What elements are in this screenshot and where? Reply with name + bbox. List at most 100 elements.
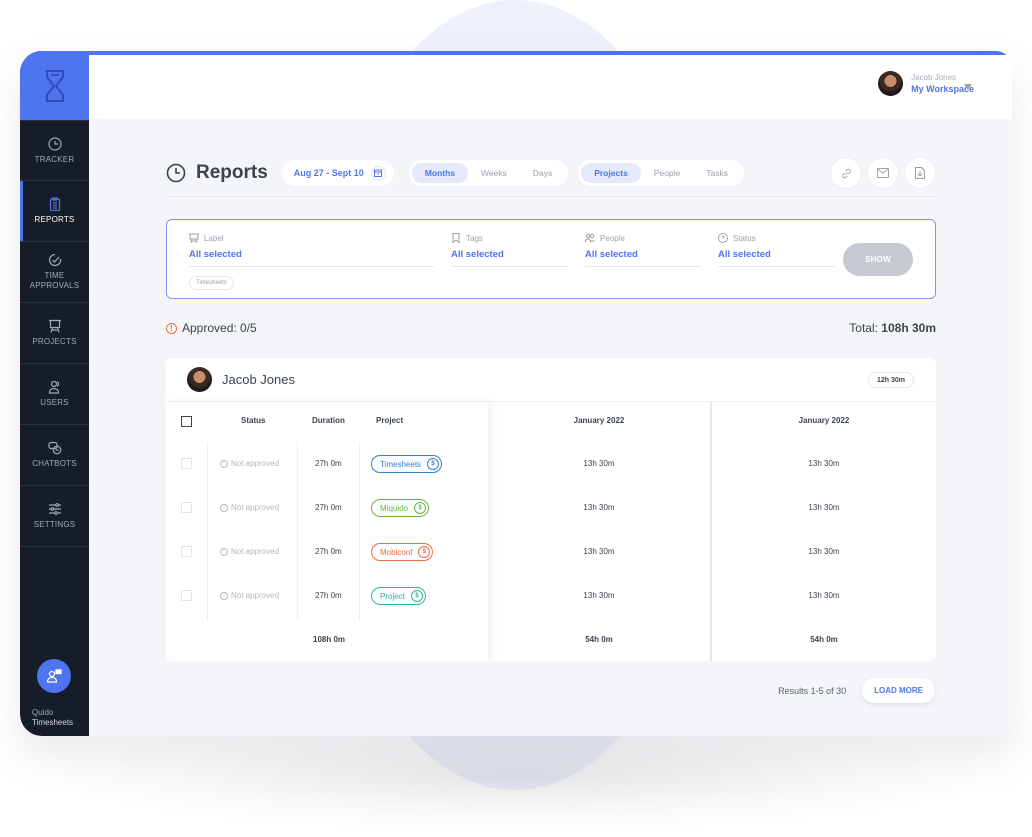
calendar-icon: [370, 165, 386, 181]
hours-badge: 12h 30m: [867, 372, 914, 388]
download-icon: [915, 167, 925, 179]
month-column: January 2022 54h 0m 13h 30m 13h 30m 13h 30…: [710, 402, 936, 661]
sidebar-item-time-approvals[interactable]: TIME APPROVALS: [20, 242, 89, 303]
month-column: January 2022 54h 0m 13h 30m 13h 30m 13h 30…: [488, 402, 710, 661]
filters-panel: Label All selected Tags All selected Peo…: [166, 219, 936, 299]
project-name: Timesheets: [380, 459, 422, 469]
summary-row: ! Approved: 0/5 Total: 108h 30m: [166, 321, 936, 335]
report-actions: [830, 157, 936, 189]
user-flag-icon: [46, 669, 62, 683]
show-button[interactable]: SHOW: [843, 243, 913, 276]
label-filter-name: Label: [204, 233, 224, 243]
sidebar-item-label: TRACKER: [34, 154, 75, 164]
row-checkbox[interactable]: [181, 590, 192, 601]
user-avatar: [187, 367, 212, 392]
column-divider: [359, 442, 360, 620]
duration-total: 108h 0m: [313, 635, 346, 644]
column-header-project: Project: [376, 416, 404, 425]
tab-people[interactable]: People: [641, 163, 693, 183]
sidebar-item-settings[interactable]: SETTINGS: [20, 486, 89, 547]
user-menu[interactable]: Jacob Jones My Workspace: [878, 71, 974, 96]
hourglass-logo-icon[interactable]: [20, 51, 89, 120]
check-circle-icon: [48, 253, 62, 271]
month-header: January 2022: [573, 416, 625, 425]
tags-filter-value[interactable]: All selected: [451, 249, 568, 267]
group-tabs: Projects People Tasks: [578, 160, 744, 186]
sidebar-item-users[interactable]: USERS: [20, 364, 89, 425]
sliders-icon: [48, 502, 62, 520]
support-button[interactable]: [37, 659, 71, 693]
tags-filter[interactable]: Tags All selected: [451, 233, 568, 267]
period-tabs: Months Weeks Days: [408, 160, 569, 186]
sidebar: TRACKER REPORTS TIME APPROVALS PROJECTS USER…: [20, 51, 89, 736]
background-shadow: [60, 720, 980, 830]
select-all-checkbox[interactable]: [181, 416, 192, 427]
billable-dollar-icon: $: [414, 502, 427, 514]
load-more-button[interactable]: LOAD MORE: [862, 678, 935, 703]
page-title: Reports: [196, 162, 268, 183]
column-divider: [297, 442, 298, 620]
project-tag[interactable]: Project $: [371, 587, 426, 605]
people-icon: [585, 233, 595, 243]
label-filter-value[interactable]: All selected: [189, 249, 434, 267]
sidebar-item-projects[interactable]: PROJECTS: [20, 303, 89, 364]
status-filter[interactable]: Status All selected: [718, 233, 835, 267]
project-tag[interactable]: Mobiconf $: [371, 543, 434, 561]
reports-toolbar: Reports Aug 27 - Sept 10 Months Weeks Days…: [166, 157, 936, 197]
sidebar-item-label: REPORTS: [34, 215, 75, 224]
tab-projects[interactable]: Projects: [581, 163, 641, 183]
month-header: January 2022: [798, 416, 850, 425]
row-duration: 27h 0m: [315, 459, 342, 468]
month-total: 54h 0m: [810, 635, 838, 644]
sidebar-item-reports[interactable]: REPORTS: [20, 181, 89, 242]
tab-weeks[interactable]: Weeks: [468, 163, 520, 183]
people-filter[interactable]: People All selected: [585, 233, 702, 267]
month-cell: 13h 30m: [808, 459, 840, 468]
row-checkbox[interactable]: [181, 502, 192, 513]
status-text: Not approved: [231, 547, 280, 556]
sidebar-item-tracker[interactable]: TRACKER: [20, 120, 89, 181]
brand-line-2: Timesheets: [32, 718, 74, 727]
main-content: Reports Aug 27 - Sept 10 Months Weeks Days…: [89, 119, 1012, 736]
month-total: 54h 0m: [585, 635, 613, 644]
month-cell: 13h 30m: [583, 591, 615, 600]
tags-filter-name: Tags: [466, 233, 483, 243]
sidebar-item-label: PROJECTS: [32, 337, 77, 346]
email-report-button[interactable]: [867, 157, 899, 189]
download-report-button[interactable]: [904, 157, 936, 189]
date-range-picker[interactable]: Aug 27 - Sept 10: [281, 160, 394, 186]
question-circle-icon: [718, 233, 728, 243]
month-cell: 13h 30m: [808, 547, 840, 556]
date-range-text: Aug 27 - Sept 10: [293, 168, 364, 178]
row-checkbox[interactable]: [181, 458, 192, 469]
tab-tasks[interactable]: Tasks: [693, 163, 741, 183]
clipboard-icon: [48, 197, 62, 215]
results-count: Results 1-5 of 30: [778, 685, 847, 696]
mail-icon: [877, 168, 889, 178]
status-filter-value[interactable]: All selected: [718, 249, 835, 267]
row-checkbox[interactable]: [181, 546, 192, 557]
sidebar-item-label: TIME APPROVALS: [29, 271, 80, 290]
status-filter-name: Status: [733, 233, 756, 243]
sidebar-item-chatbots[interactable]: CHATBOTS: [20, 425, 89, 486]
people-filter-value[interactable]: All selected: [585, 249, 702, 267]
link-icon: [841, 168, 851, 178]
easel-icon: [189, 233, 199, 243]
info-circle-icon: !: [220, 591, 228, 600]
project-name: Project: [380, 591, 405, 601]
label-filter[interactable]: Label All selected: [189, 233, 434, 267]
copy-link-button[interactable]: [830, 157, 862, 189]
month-cell: 13h 30m: [583, 503, 615, 512]
tab-days[interactable]: Days: [520, 163, 565, 183]
project-tag[interactable]: Timesheets $: [371, 455, 443, 473]
project-tag[interactable]: Miquido $: [371, 499, 430, 517]
info-circle-icon: !: [220, 547, 228, 556]
app-window: TRACKER REPORTS TIME APPROVALS PROJECTS USER…: [20, 51, 1012, 736]
warning-icon: !: [166, 322, 177, 334]
tab-months[interactable]: Months: [411, 163, 469, 183]
label-chip[interactable]: Timesheets: [189, 276, 234, 290]
clock-icon: [166, 163, 186, 183]
chevron-down-icon[interactable]: [964, 84, 972, 90]
approved-count: Approved: 0/5: [182, 321, 257, 335]
total-hours: Total: 108h 30m: [849, 321, 936, 335]
